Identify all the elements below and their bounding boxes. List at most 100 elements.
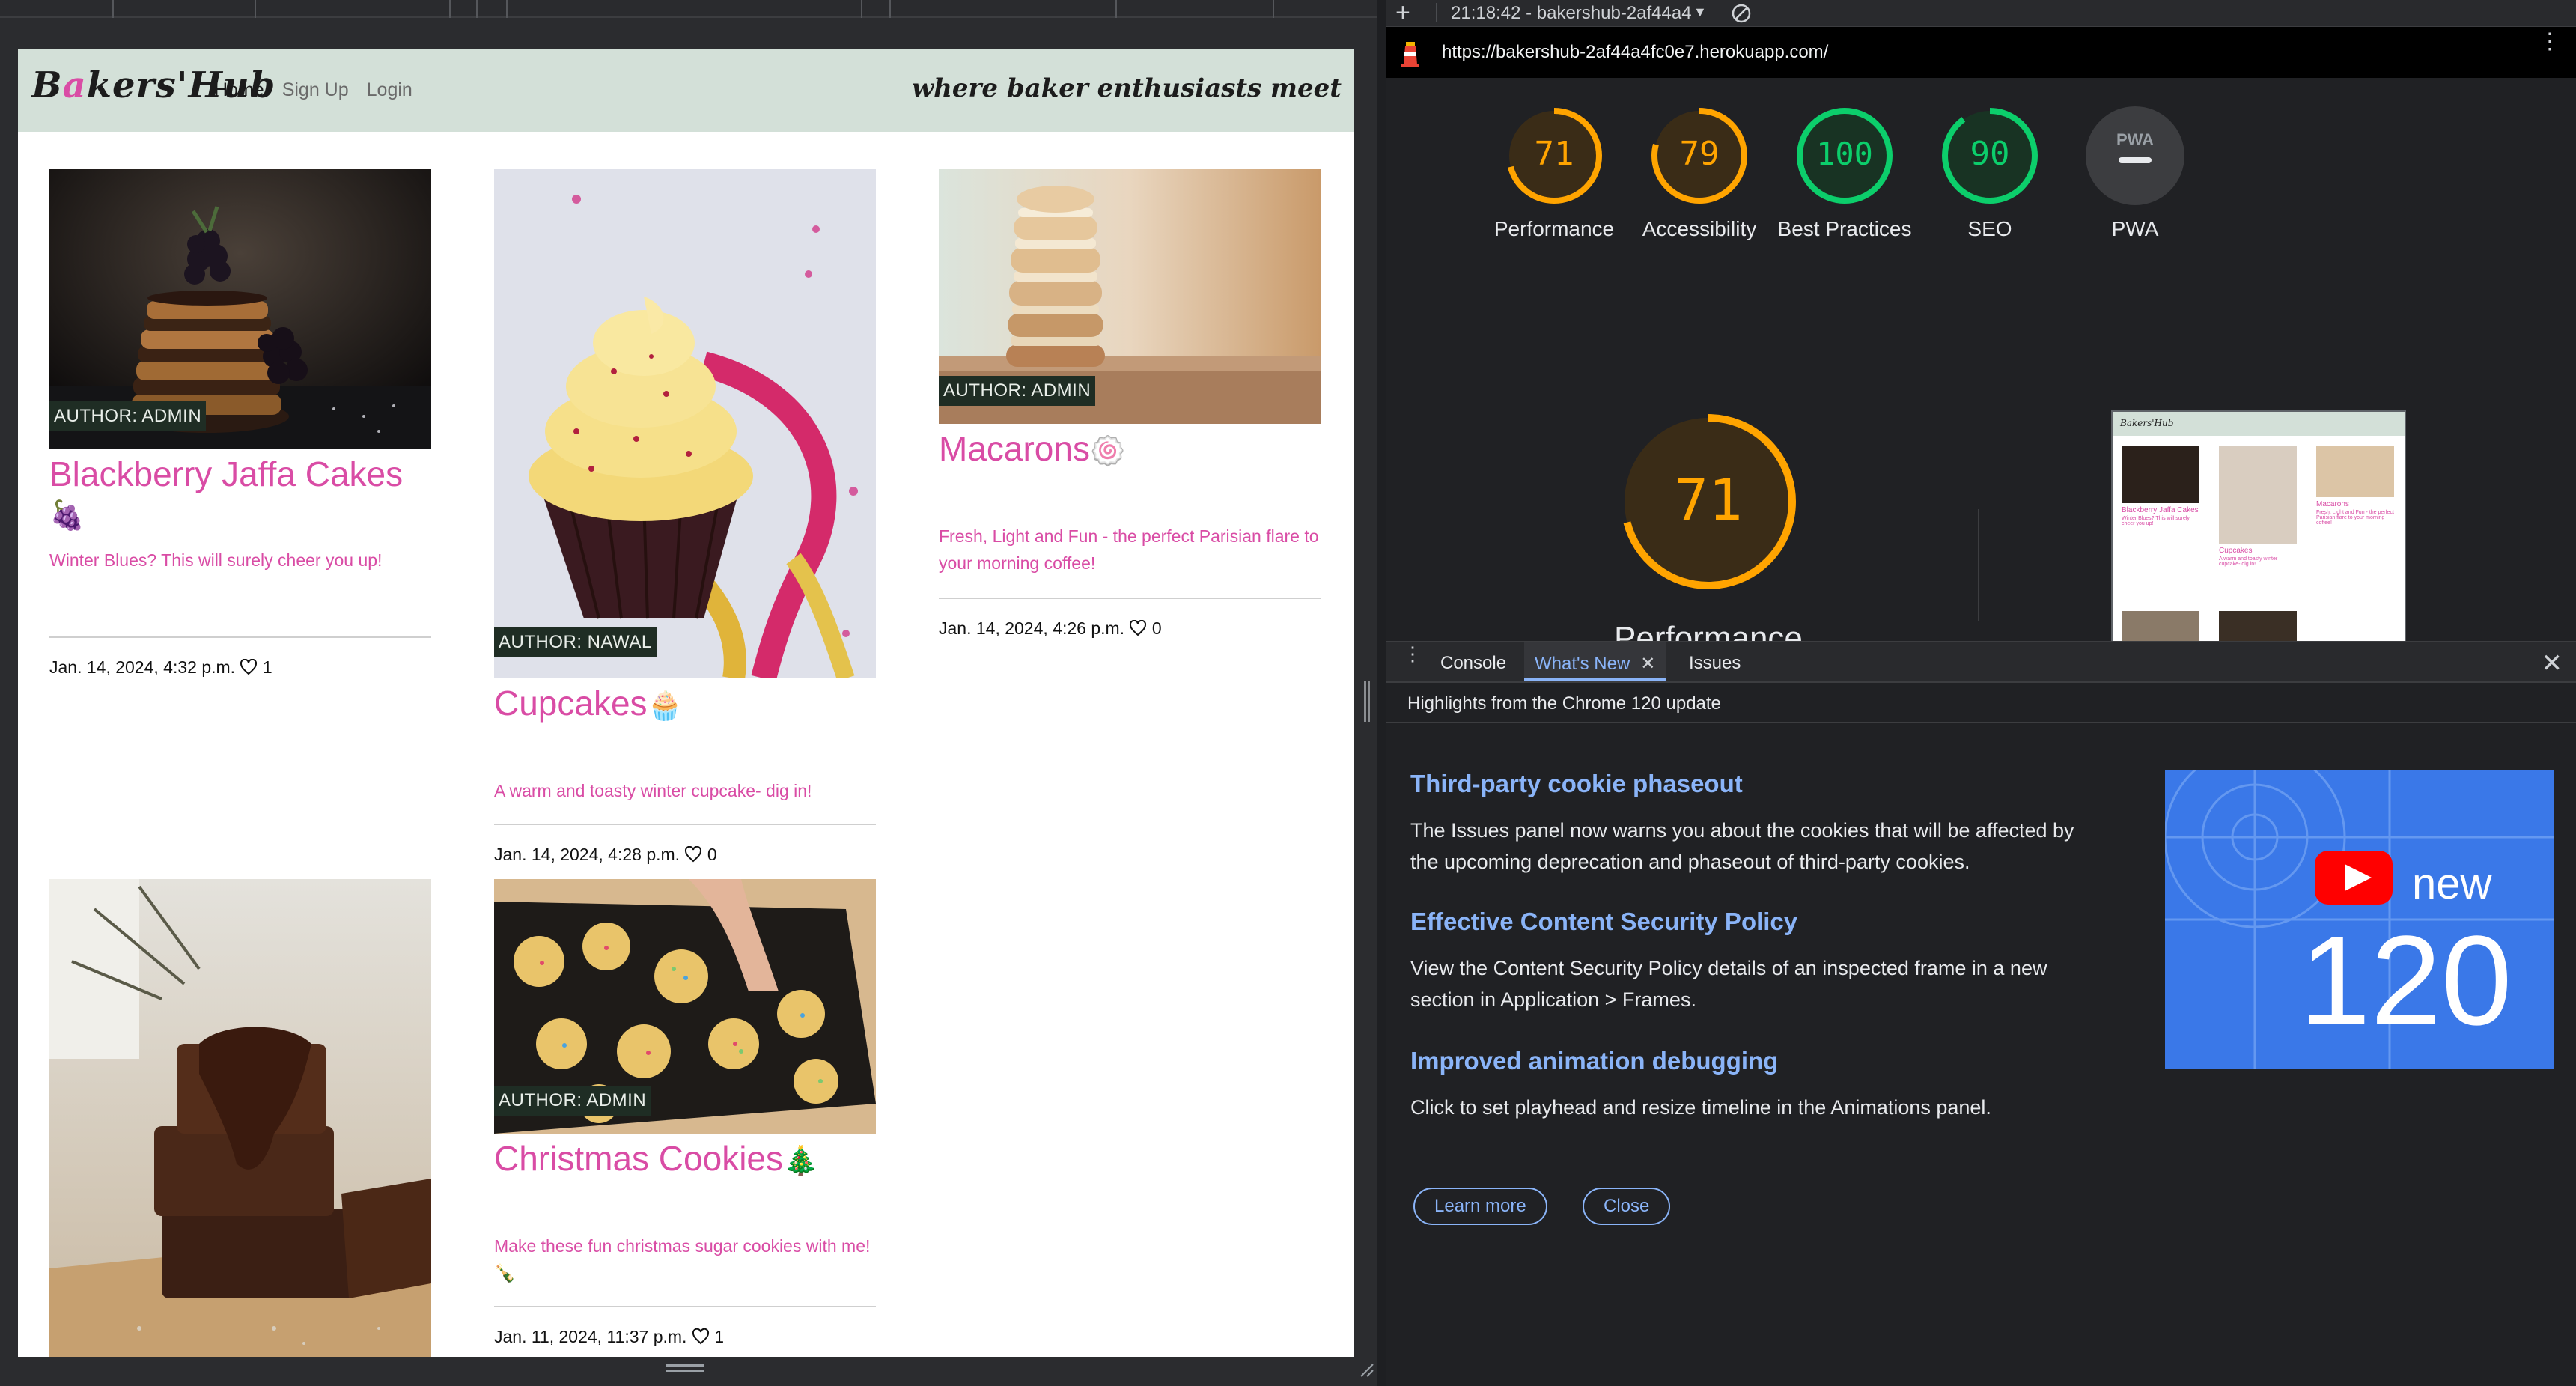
nav-login-link[interactable]: Login: [367, 79, 412, 101]
whats-new-heading-link[interactable]: Third-party cookie phaseout: [1410, 770, 2099, 798]
post-date: Jan. 14, 2024, 4:32 p.m.: [49, 657, 236, 677]
tab-whats-new[interactable]: What's New ✕: [1524, 642, 1666, 681]
nav-home-link[interactable]: Home: [214, 79, 264, 101]
performance-score-ring: 71: [1621, 414, 1796, 589]
pane-divider[interactable]: [1377, 0, 1386, 1386]
chrome-120-promo-video[interactable]: new 120: [2165, 770, 2554, 1069]
thumbnail-title: Macarons: [2316, 500, 2349, 508]
tab-console[interactable]: Console: [1440, 642, 1517, 681]
svg-text:PWA: PWA: [2116, 130, 2154, 149]
thumbnail-image: [2122, 446, 2199, 503]
post-date: Jan. 11, 2024, 11:37 p.m.: [494, 1327, 687, 1346]
thumbnail-navbar: Bakers'Hub: [2113, 412, 2405, 436]
brand-letter: B: [31, 64, 63, 106]
gauge-label: Best Practices: [1777, 217, 1912, 240]
gauge-accessibility[interactable]: 79 Accessibility: [1632, 105, 1767, 244]
like-count: 0: [707, 845, 717, 864]
drawer-menu-icon[interactable]: ⋮: [1403, 644, 1422, 663]
pane-splitter-handle[interactable]: [1364, 681, 1370, 722]
author-badge: AUTHOR: ADMIN: [939, 376, 1096, 406]
score-value: 100: [1816, 136, 1873, 172]
whats-new-body: Click to set playhead and resize timelin…: [1410, 1096, 1991, 1119]
post-title-text: Christmas Cookies: [494, 1139, 783, 1178]
report-url[interactable]: https://bakershub-2af44a4fc0e7.herokuapp…: [1442, 42, 1828, 63]
lighthouse-icon: [1401, 42, 1419, 67]
post-excerpt: Fresh, Light and Fun - the perfect Paris…: [939, 526, 1319, 573]
post-title-link[interactable]: Christmas Cookies🎄: [494, 1138, 818, 1179]
more-options-icon[interactable]: ⋮: [2539, 31, 2561, 53]
tab-label: Issues: [1689, 653, 1741, 673]
post-excerpt: Winter Blues? This will surely cheer you…: [49, 550, 383, 570]
post-meta: Jan. 14, 2024, 4:28 p.m. 0: [494, 845, 717, 865]
whats-new-item: Effective Content Security Policy View t…: [1410, 908, 2099, 1015]
heart-icon[interactable]: [240, 659, 258, 675]
like-count: 1: [714, 1327, 725, 1346]
card-divider: [49, 636, 431, 638]
gauge-seo[interactable]: 90 SEO: [1922, 105, 2057, 244]
post-image-brownies[interactable]: [49, 879, 431, 1357]
author-badge: AUTHOR: NAWAL: [494, 627, 657, 657]
tab-issues[interactable]: Issues: [1678, 642, 1741, 681]
whats-new-item: Third-party cookie phaseout The Issues p…: [1410, 770, 2099, 878]
viewport-resize-handle[interactable]: [666, 1364, 704, 1372]
post-meta: Jan. 14, 2024, 4:26 p.m. 0: [939, 618, 1162, 639]
score-ring: 90: [1942, 108, 2038, 204]
post-meta: Jan. 11, 2024, 11:37 p.m. 1: [494, 1327, 724, 1347]
close-button[interactable]: Close: [1583, 1188, 1671, 1225]
whats-new-body: The Issues panel now warns you about the…: [1410, 819, 2074, 873]
clear-reports-icon[interactable]: [1731, 3, 1752, 24]
thumbnail-excerpt: Fresh, Light and Fun - the perfect Paris…: [2316, 510, 2394, 526]
thumbnail-excerpt: A warm and toasty winter cupcake- dig in…: [2219, 556, 2278, 567]
brand-accent-letter: a: [62, 64, 87, 106]
card-divider: [939, 598, 1321, 599]
learn-more-button[interactable]: Learn more: [1413, 1188, 1547, 1225]
score-value: 71: [1535, 135, 1574, 173]
thumbnail-card: Macarons Fresh, Light and Fun - the perf…: [2316, 446, 2394, 526]
site-tagline: where baker enthusiasts meet: [911, 73, 1342, 103]
big-score-value: 71: [1674, 466, 1743, 533]
close-tab-icon[interactable]: ✕: [1640, 654, 1655, 674]
gauge-pwa[interactable]: PWA PWA: [2068, 105, 2202, 244]
whats-new-heading-link[interactable]: Improved animation debugging: [1410, 1047, 2099, 1075]
page-screenshot-thumbnail[interactable]: Bakers'Hub Blackberry Jaffa Cakes Winter…: [2111, 410, 2406, 642]
card-divider: [494, 824, 876, 825]
bakershub-site: Bakers'Hub Home Sign Up Login where bake…: [18, 49, 1354, 1357]
report-selector[interactable]: 21:18:42 - bakershub-2af44a4: [1451, 3, 1692, 24]
tab-label: Console: [1440, 653, 1507, 673]
score-value: 79: [1680, 135, 1720, 173]
heart-icon[interactable]: [684, 846, 702, 863]
gauge-label: SEO: [1967, 217, 2012, 240]
heart-icon[interactable]: [692, 1328, 710, 1345]
new-report-icon[interactable]: +: [1395, 0, 1410, 28]
author-badge: AUTHOR: ADMIN: [49, 401, 207, 431]
tab-label: What's New: [1535, 654, 1630, 674]
report-url-bar: https://bakershub-2af44a4fc0e7.herokuapp…: [1386, 27, 2576, 78]
post-title-link[interactable]: Cupcakes🧁: [494, 683, 683, 723]
post-title-link[interactable]: Blackberry Jaffa Cakes: [49, 454, 403, 494]
post-date: Jan. 14, 2024, 4:26 p.m.: [939, 618, 1125, 638]
close-drawer-icon[interactable]: ✕: [2542, 648, 2563, 678]
post-title-link[interactable]: Macarons🍥: [939, 428, 1125, 469]
post-image-cupcakes[interactable]: [494, 169, 876, 678]
post-title-text: Blackberry Jaffa Cakes: [49, 455, 404, 493]
score-value: 90: [1970, 135, 2010, 173]
gauge-label: Accessibility: [1642, 217, 1757, 240]
post-title-emoji: 🍇: [49, 493, 85, 533]
gauge-best-practices[interactable]: 100 Best Practices: [1777, 105, 1912, 244]
post-emoji: 🎄: [783, 1146, 819, 1177]
devtools-panel: + 21:18:42 - bakershub-2af44a4 ▼ https:/…: [1386, 0, 2576, 1386]
heart-icon[interactable]: [1129, 620, 1147, 636]
whats-new-heading-link[interactable]: Effective Content Security Policy: [1410, 908, 2099, 936]
post-date: Jan. 14, 2024, 4:28 p.m.: [494, 845, 680, 864]
resize-corner-icon[interactable]: [1358, 1361, 1374, 1378]
gauge-performance[interactable]: 71 Performance: [1487, 105, 1622, 244]
post-emoji: 🍇: [49, 500, 85, 532]
score-ring: 71: [1506, 108, 1602, 204]
chevron-down-icon[interactable]: ▼: [1693, 4, 1707, 20]
thumbnail-image: [2219, 446, 2297, 544]
like-count: 0: [1151, 618, 1162, 638]
nav-signup-link[interactable]: Sign Up: [282, 79, 349, 101]
card-divider: [494, 1306, 876, 1307]
thumbnail-card: Cupcakes A warm and toasty winter cupcak…: [2219, 446, 2297, 567]
devtools-drawer: ⋮ Console What's New ✕ Issues ✕ Highlight…: [1386, 641, 2576, 1386]
